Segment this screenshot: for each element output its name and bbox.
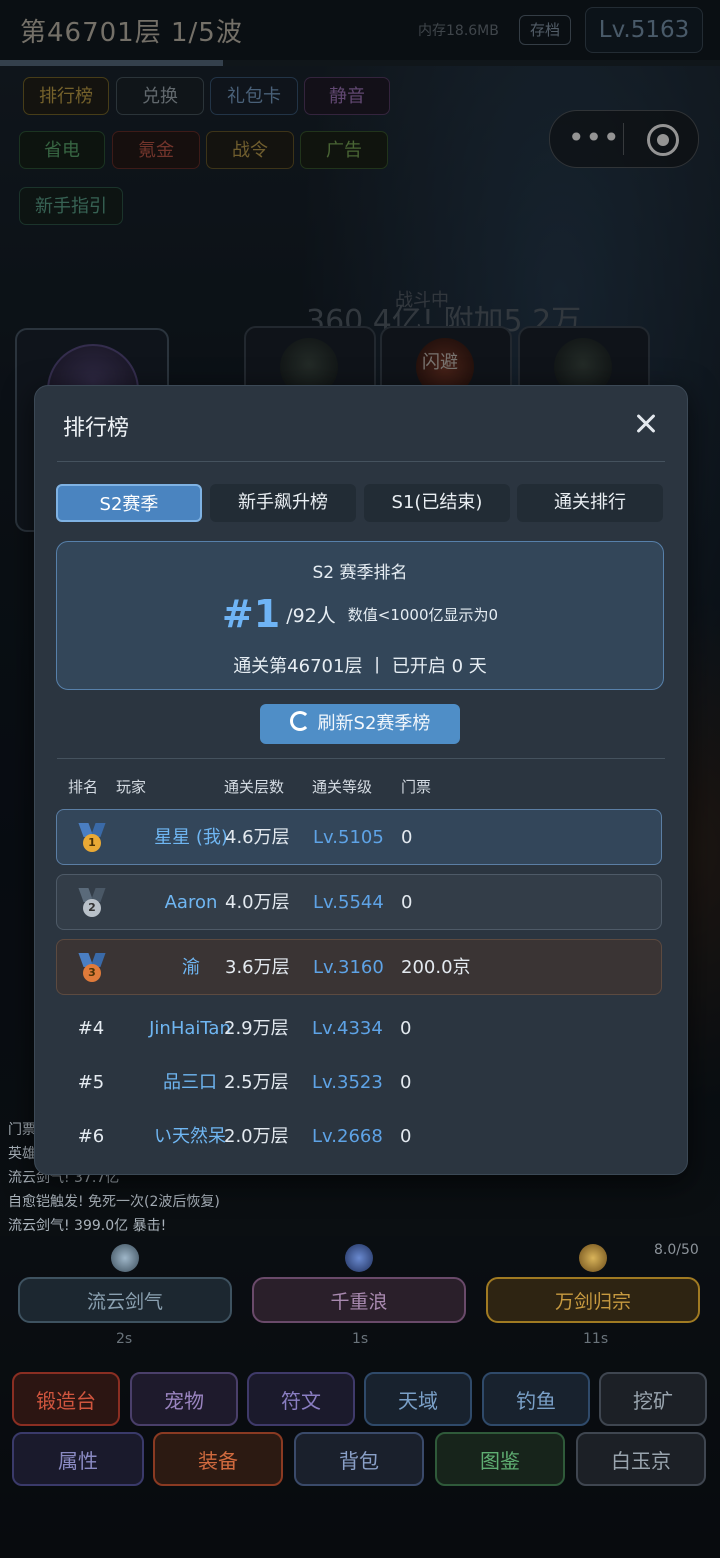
dialog-title: 排行榜 [63, 416, 130, 441]
ticket-value: 0 [400, 1126, 412, 1147]
nav-forge[interactable]: 锻造台 [12, 1372, 120, 1426]
leaderboard-dialog: 排行榜 S2赛季 新手飙升榜 S1(已结束) 通关排行 S2 赛季排名 #1/9… [34, 385, 688, 1175]
value-note: 数值<1000亿显示为0 [347, 605, 499, 624]
cleared-floor: 2.9万层 [224, 1018, 289, 1039]
silver-medal-icon: 2 [78, 888, 106, 920]
skill-button[interactable]: 千重浪 [252, 1277, 466, 1323]
total-players: /92人 [286, 604, 336, 627]
table-row[interactable]: #5 品三口 2.5万层 Lv.3523 0 [56, 1055, 662, 1111]
cleared-floor: 4.6万层 [225, 827, 290, 848]
cleared-floor: 3.6万层 [225, 957, 290, 978]
log-line: 自愈铠触发! 免死一次(2波后恢复) [8, 1194, 220, 1210]
sun-icon [579, 1244, 607, 1272]
close-icon[interactable] [631, 408, 661, 438]
tab-s1-ended[interactable]: S1(已结束) [364, 484, 510, 522]
nav-attributes[interactable]: 属性 [12, 1432, 144, 1486]
skill-button[interactable]: 万剑归宗 [486, 1277, 700, 1323]
ticket-value: 0 [401, 892, 413, 913]
table-row[interactable]: 3 渝 3.6万层 Lv.3160 200.0京 [56, 939, 662, 995]
divider [57, 461, 665, 462]
nav-codex[interactable]: 图鉴 [435, 1432, 565, 1486]
rank-line: #1/92人 数值<1000亿显示为0 [57, 592, 663, 636]
ticket-value: 0 [400, 1072, 412, 1093]
rank-number: #6 [77, 1126, 105, 1147]
log-line: 流云剑气! 399.0亿 暴击! [8, 1218, 167, 1234]
nav-backpack[interactable]: 背包 [294, 1432, 424, 1486]
nav-sky-realm[interactable]: 天域 [364, 1372, 472, 1426]
nav-baiyujing[interactable]: 白玉京 [576, 1432, 706, 1486]
rank-number: #5 [77, 1072, 105, 1093]
cleared-floor: 4.0万层 [225, 892, 290, 913]
cleared-level: Lv.5105 [313, 827, 384, 848]
column-header-floor: 通关层数 [224, 778, 285, 796]
table-row[interactable]: 1 星星 (我) 4.6万层 Lv.5105 0 [56, 809, 662, 865]
column-header-ticket: 门票 [401, 778, 432, 796]
column-header-level: 通关等级 [312, 778, 373, 796]
ticket-value: 200.0京 [401, 957, 471, 978]
summary-title: S2 赛季排名 [312, 563, 408, 583]
cleared-floor: 2.0万层 [224, 1126, 289, 1147]
column-header-player: 玩家 [116, 778, 147, 796]
divider [57, 758, 665, 759]
cleared-level: Lv.4334 [312, 1018, 383, 1039]
cleared-level: Lv.5544 [313, 892, 384, 913]
tab-clear-ranking[interactable]: 通关排行 [517, 484, 663, 522]
nav-pets[interactable]: 宠物 [130, 1372, 238, 1426]
nav-equipment[interactable]: 装备 [153, 1432, 283, 1486]
cleared-level: Lv.2668 [312, 1126, 383, 1147]
table-row[interactable]: #4 JinHaiTan 2.9万层 Lv.4334 0 [56, 1001, 662, 1057]
nav-runes[interactable]: 符文 [247, 1372, 355, 1426]
tab-rookie-rising[interactable]: 新手飙升榜 [210, 484, 356, 522]
nav-fishing[interactable]: 钓鱼 [482, 1372, 590, 1426]
refresh-ranking-button[interactable]: 刷新S2赛季榜 [260, 704, 460, 744]
table-row[interactable]: #6 い天然呆 2.0万层 Lv.2668 0 [56, 1109, 662, 1165]
nav-mining[interactable]: 挖矿 [599, 1372, 707, 1426]
cleared-level: Lv.3523 [312, 1072, 383, 1093]
cleared-floor: 2.5万层 [224, 1072, 289, 1093]
rank-summary-card: S2 赛季排名 #1/92人 数值<1000亿显示为0 通关第46701层 丨 已… [56, 541, 664, 690]
column-header-rank: 排名 [68, 778, 99, 796]
cleared-level: Lv.3160 [313, 957, 384, 978]
wave-icon [345, 1244, 373, 1272]
skill-button[interactable]: 流云剑气 [18, 1277, 232, 1323]
sword-energy-icon [111, 1244, 139, 1272]
tab-s2-season[interactable]: S2赛季 [56, 484, 202, 522]
refresh-icon [289, 711, 310, 731]
gold-medal-icon: 1 [78, 823, 106, 855]
my-rank: #1 [221, 592, 281, 636]
summary-status: 通关第46701层 丨 已开启 0 天 [233, 656, 487, 677]
ticket-value: 0 [401, 827, 413, 848]
skill-cooldown: 2s [116, 1331, 133, 1347]
skill-cooldown: 11s [583, 1331, 609, 1347]
ticket-value: 0 [400, 1018, 412, 1039]
bronze-medal-icon: 3 [78, 953, 106, 985]
table-row[interactable]: 2 Aaron 4.0万层 Lv.5544 0 [56, 874, 662, 930]
refresh-label: 刷新S2赛季榜 [317, 713, 431, 734]
rank-number: #4 [77, 1018, 105, 1039]
skill-charge-count: 8.0/50 [654, 1242, 699, 1258]
skill-cooldown: 1s [352, 1331, 369, 1347]
